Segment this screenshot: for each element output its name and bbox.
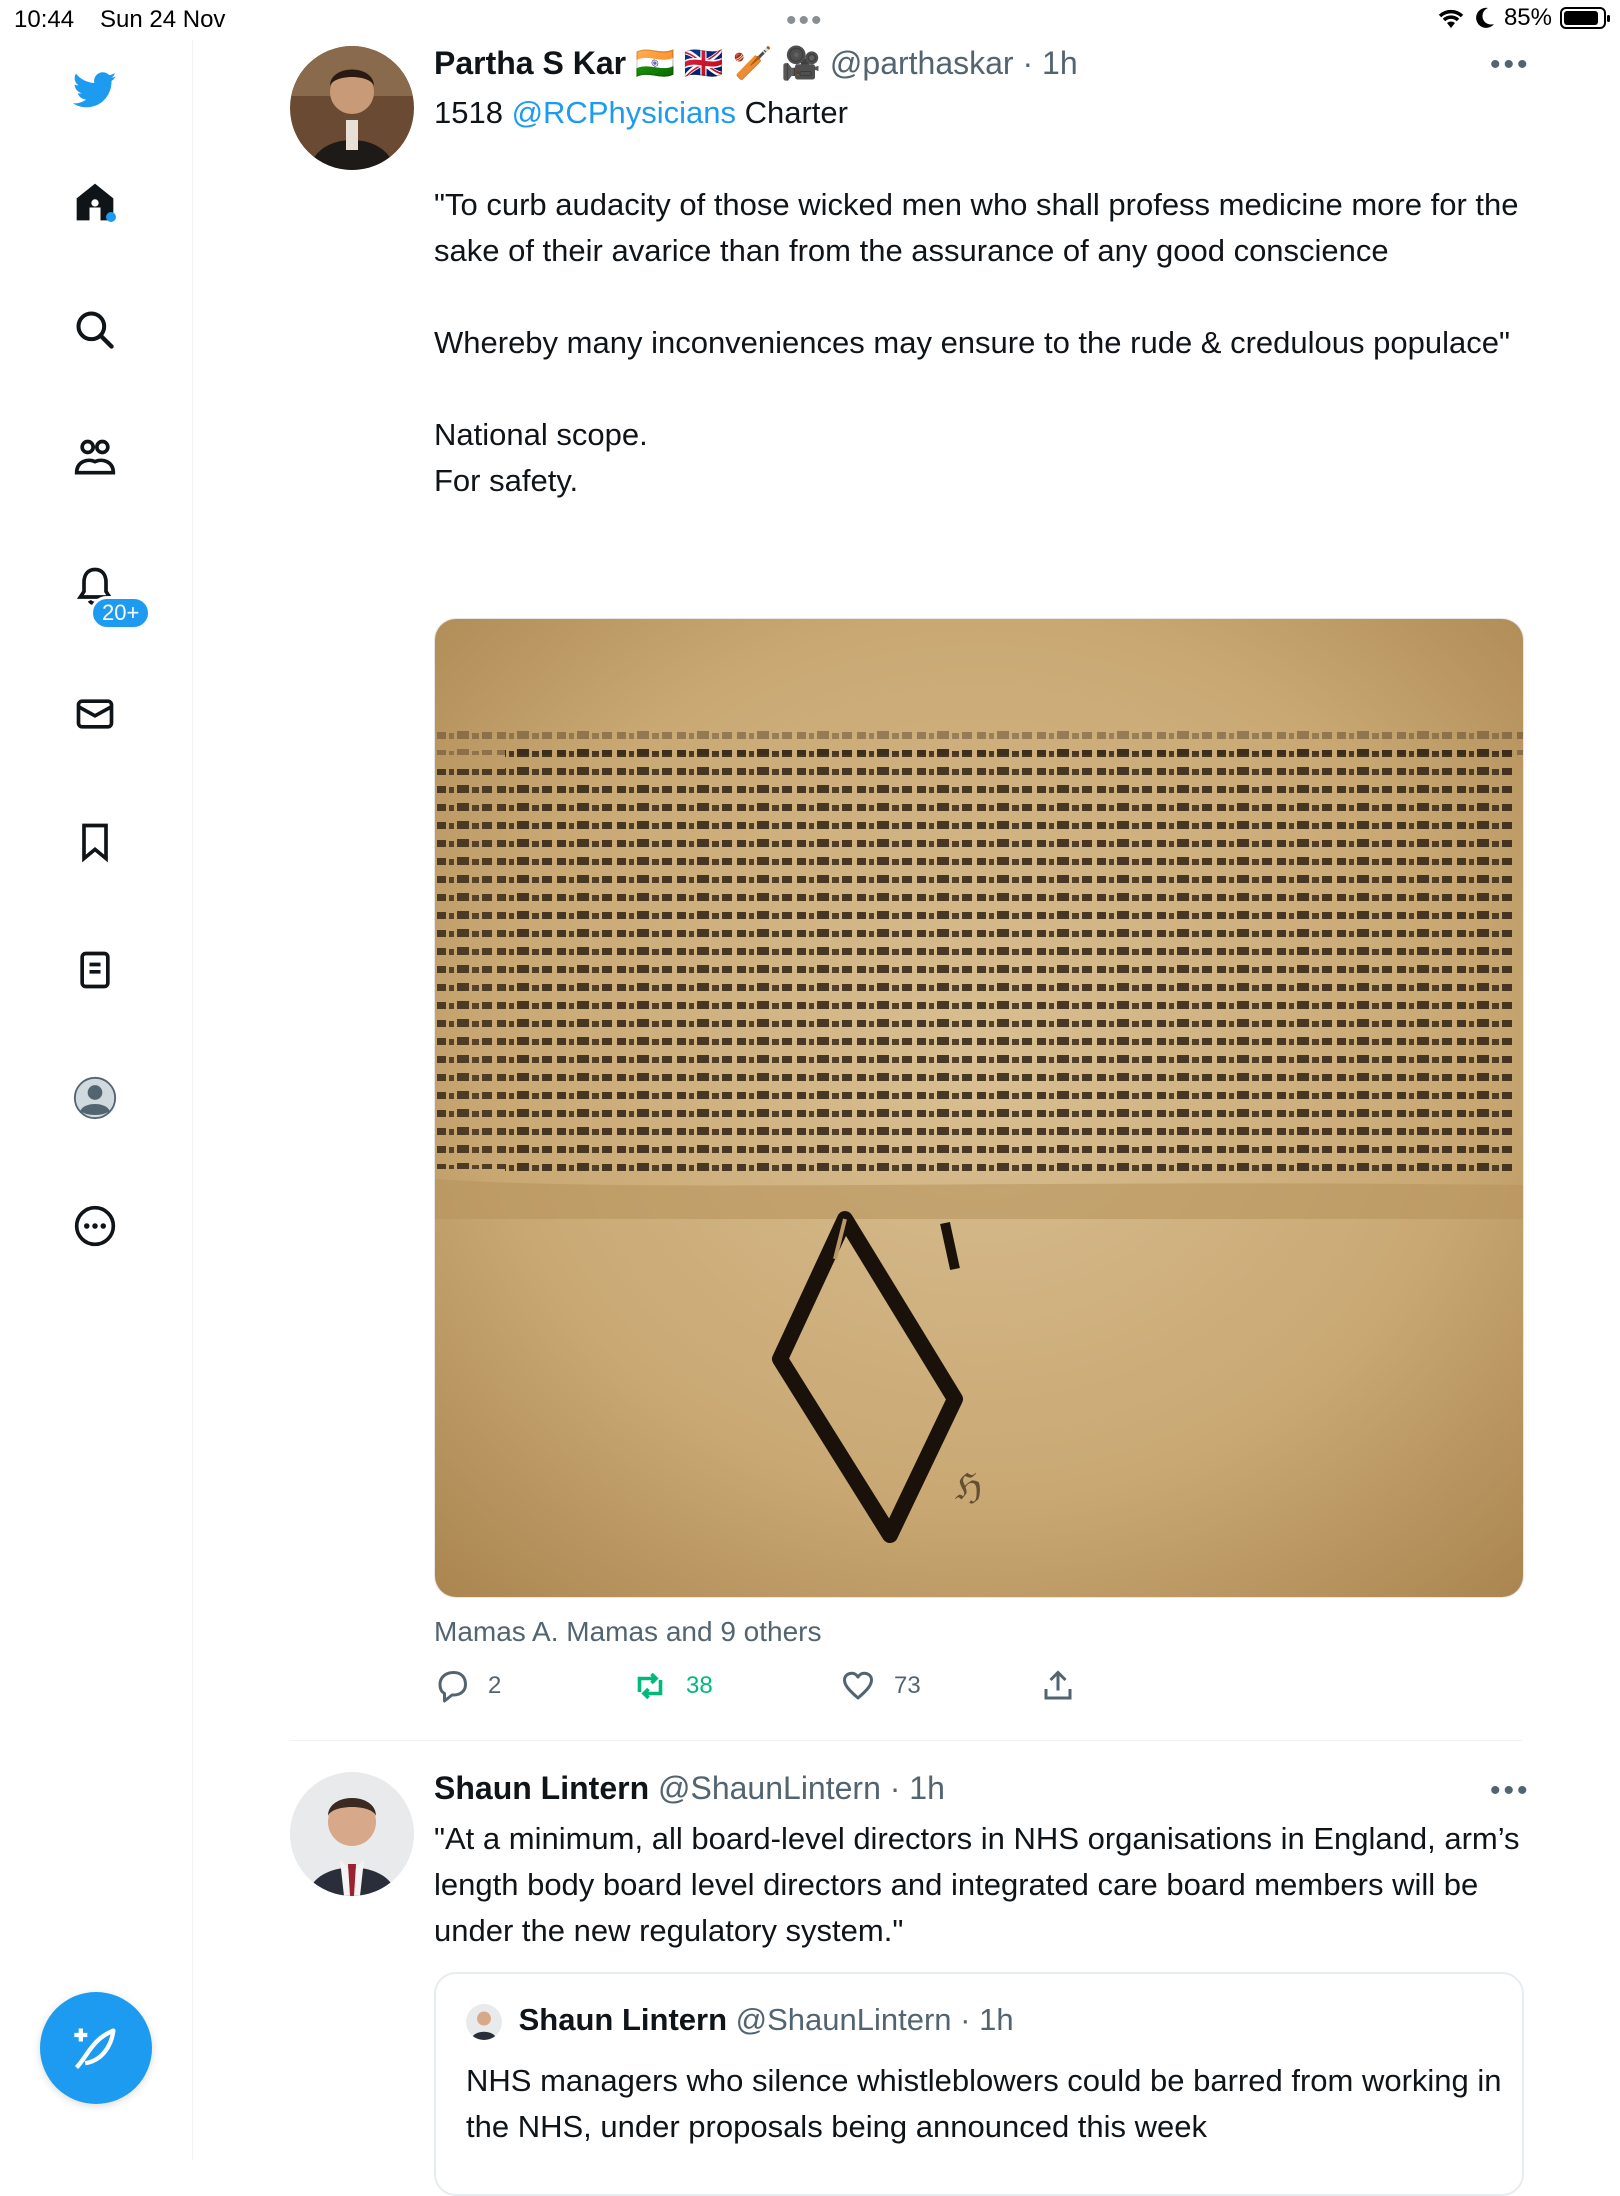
tweet-year-text: 1518 (434, 95, 512, 130)
share-button[interactable] (1040, 1668, 1076, 1704)
home-icon[interactable] (67, 174, 123, 230)
monogram-mark: ℌ (955, 1467, 982, 1507)
quote-author-handle: @ShaunLintern (735, 2002, 952, 2037)
author-name[interactable]: Shaun Lintern (434, 1770, 649, 1806)
quote-body: NHS managers who silence whistleblowers … (466, 2063, 1502, 2144)
feather-plus-icon (74, 2028, 116, 2070)
author-handle[interactable]: @parthaskar (830, 45, 1014, 81)
quote-meta-separator: · (951, 2002, 980, 2037)
tweet-time[interactable]: 1h (909, 1770, 945, 1806)
mention-link[interactable]: @RCPhysicians (512, 95, 736, 130)
compose-tweet-button[interactable] (40, 1992, 152, 2104)
like-button[interactable]: 73 (840, 1668, 921, 1704)
status-time: 10:44 (14, 6, 75, 33)
messages-envelope-icon[interactable] (67, 686, 123, 742)
meta-separator: · (880, 1770, 910, 1806)
avatar[interactable] (290, 1772, 414, 1896)
liked-by-text[interactable]: Mamas A. Mamas and 9 others (434, 1616, 822, 1648)
tweet-charter-text: Charter (736, 95, 848, 130)
reply-count: 2 (488, 1672, 502, 1699)
author-handle[interactable]: @ShaunLintern (658, 1770, 881, 1806)
retweet-count: 38 (686, 1672, 713, 1699)
author-name[interactable]: Partha S Kar (434, 45, 626, 81)
battery-icon (1560, 7, 1610, 29)
name-emojis: 🇮🇳 🇬🇧 🏏 🎥 (634, 45, 822, 81)
sidebar-nav: 20+ (0, 40, 193, 2160)
retweet-icon (637, 1672, 663, 1700)
like-count: 73 (894, 1672, 921, 1699)
profile-avatar-icon[interactable] (67, 1070, 123, 1126)
status-bar: 10:44 Sun 24 Nov ••• 85% (0, 0, 1620, 40)
avatar[interactable] (290, 46, 414, 170)
wifi-icon (1438, 9, 1464, 28)
more-circle-icon[interactable] (67, 1198, 123, 1254)
quoted-tweet[interactable]: Shaun Lintern @ShaunLintern · 1h NHS man… (434, 1972, 1524, 2196)
notifications-badge: 20+ (90, 596, 152, 630)
quote-avatar (466, 2003, 502, 2040)
communities-icon[interactable] (67, 430, 123, 486)
more-options-icon[interactable]: ••• (1490, 48, 1531, 82)
home-unread-dot (106, 212, 116, 222)
tweet-body: "At a minimum, all board-level directors… (434, 1821, 1529, 1948)
quote-author-name: Shaun Lintern (518, 2002, 728, 2037)
reply-icon (438, 1671, 467, 1703)
reply-button[interactable]: 2 (434, 1668, 501, 1704)
meta-separator: · (1013, 45, 1043, 81)
charter-image[interactable]: ℌ (434, 618, 1524, 1598)
heart-icon (843, 1671, 873, 1700)
search-icon[interactable] (67, 302, 123, 358)
more-options-icon[interactable]: ••• (1490, 1774, 1531, 1808)
tweet-divider (290, 1740, 1522, 1741)
moon-icon (1476, 7, 1494, 28)
multitasking-dots-icon[interactable]: ••• (786, 4, 824, 38)
tweet-time[interactable]: 1h (1042, 45, 1078, 81)
retweet-button[interactable]: 38 (632, 1668, 713, 1704)
tweet-first-line: 1518 @RCPhysicians Charter (434, 90, 1524, 136)
parchment-document-image: ℌ (435, 619, 1523, 1597)
battery-percent: 85% (1503, 4, 1552, 31)
twitter-logo-icon[interactable] (67, 62, 123, 118)
tweet-body: "To curb audacity of those wicked men wh… (434, 187, 1519, 498)
lists-icon[interactable] (67, 942, 123, 998)
bookmark-icon[interactable] (67, 814, 123, 870)
status-date: Sun 24 Nov (100, 6, 226, 33)
share-icon (1044, 1670, 1072, 1700)
quote-time: 1h (979, 2002, 1014, 2037)
